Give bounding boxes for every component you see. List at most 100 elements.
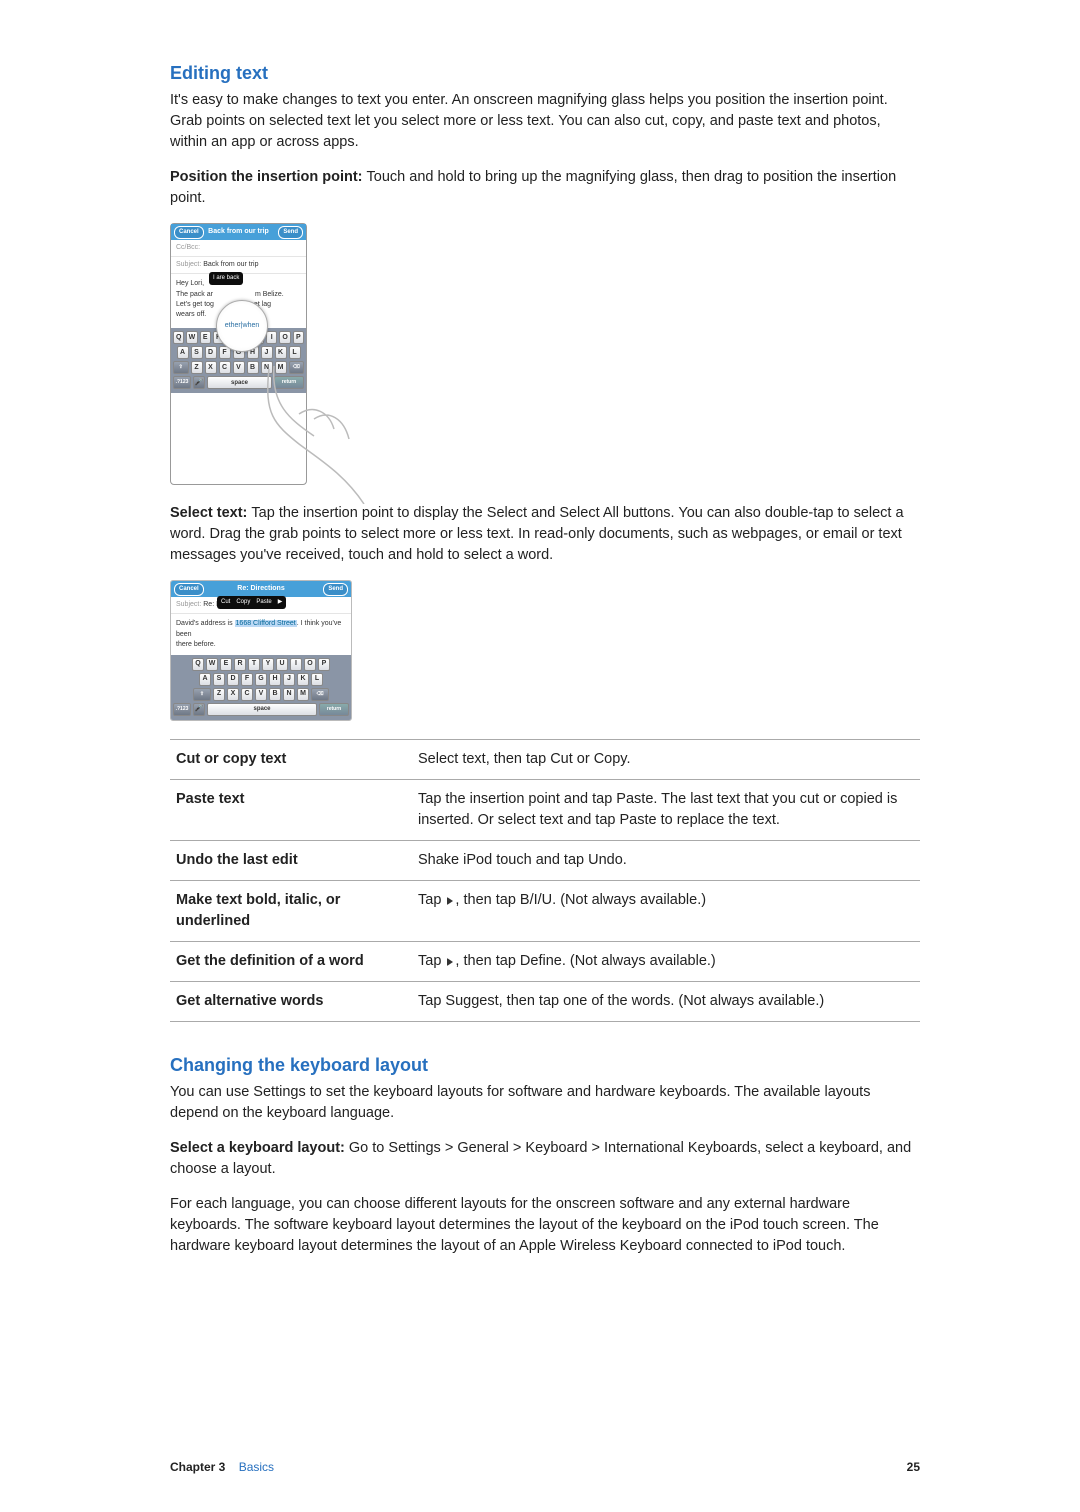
key-z: Z xyxy=(191,361,203,374)
fig2-body-pre: David's address is xyxy=(176,620,235,627)
fig2-topbar: Cancel Re: Directions Send xyxy=(171,581,351,597)
key-e: E xyxy=(220,658,232,671)
select-paragraph: Select text: Tap the insertion point to … xyxy=(170,503,920,566)
fig2-edit-menu: Cut Copy Paste ▶ xyxy=(217,596,286,609)
magnifier: ether|when xyxy=(216,300,268,352)
key-n: N xyxy=(283,688,295,701)
key-w: W xyxy=(186,331,197,344)
fig1-l2b: m Belize. xyxy=(255,290,284,300)
menu-more-icon: ▶ xyxy=(278,598,283,607)
row-key: Undo the last edit xyxy=(170,840,412,880)
key-i: I xyxy=(266,331,277,344)
page-footer: Chapter 3 Basics 25 xyxy=(170,1459,920,1476)
key-r: R xyxy=(234,658,246,671)
table-row: Get the definition of a word Tap , then … xyxy=(170,941,920,981)
keyboard-select-para: Select a keyboard layout: Go to Settings… xyxy=(170,1138,920,1180)
key-t: T xyxy=(248,658,260,671)
key-x: X xyxy=(227,688,239,701)
key-y: Y xyxy=(262,658,274,671)
fig2-body-selected: 1668 Clifford Street xyxy=(235,620,297,627)
key-e: E xyxy=(200,331,211,344)
fig1-cc: Cc/Bcc: xyxy=(171,240,306,257)
table-row: Get alternative words Tap Suggest, then … xyxy=(170,981,920,1021)
menu-copy: Copy xyxy=(236,598,250,607)
row-value: Tap , then tap Define. (Not always avail… xyxy=(412,941,920,981)
row-value: Tap , then tap B/I/U. (Not always availa… xyxy=(412,880,920,941)
key-j: J xyxy=(283,673,295,686)
fig1-title: Back from our trip xyxy=(208,227,269,237)
position-paragraph: Position the insertion point: Touch and … xyxy=(170,167,920,209)
key-f: F xyxy=(241,673,253,686)
row-key: Cut or copy text xyxy=(170,739,412,779)
key-u: U xyxy=(276,658,288,671)
row-key: Get the definition of a word xyxy=(170,941,412,981)
fig2-body-line2: there before. xyxy=(176,640,346,650)
keyboard-p1: You can use Settings to set the keyboard… xyxy=(170,1082,920,1124)
key-v: V xyxy=(255,688,267,701)
keyboard-select-label: Select a keyboard layout: xyxy=(170,1140,349,1156)
key-k: K xyxy=(275,346,287,359)
v-post: , then tap Define. (Not always available… xyxy=(455,953,715,969)
actions-table: Cut or copy text Select text, then tap C… xyxy=(170,739,920,1022)
key-z: Z xyxy=(213,688,225,701)
key-s: S xyxy=(191,346,203,359)
key-h: H xyxy=(269,673,281,686)
v-pre: Tap xyxy=(418,892,445,908)
row-value: Shake iPod touch and tap Undo. xyxy=(412,840,920,880)
keyboard-p3: For each language, you can choose differ… xyxy=(170,1194,920,1257)
table-row: Paste text Tap the insertion point and t… xyxy=(170,779,920,840)
num-key: .?123 xyxy=(173,703,191,716)
key-b: B xyxy=(247,361,259,374)
fig1-cancel: Cancel xyxy=(174,226,204,239)
hand-illustration xyxy=(259,364,369,504)
position-label: Position the insertion point: xyxy=(170,169,367,185)
row-key: Get alternative words xyxy=(170,981,412,1021)
key-w: W xyxy=(206,658,218,671)
key-o: O xyxy=(279,331,290,344)
footer-chapter: Chapter 3 xyxy=(170,1460,225,1474)
num-key: .?123 xyxy=(173,376,191,389)
key-q: Q xyxy=(173,331,184,344)
key-s: S xyxy=(213,673,225,686)
row-value: Tap Suggest, then tap one of the words. … xyxy=(412,981,920,1021)
select-label: Select text: xyxy=(170,505,251,521)
table-row: Undo the last edit Shake iPod touch and … xyxy=(170,840,920,880)
figure-insertion-point: Cancel Back from our trip Send Cc/Bcc: S… xyxy=(170,223,307,485)
fig1-subject-label: Subject: xyxy=(176,261,201,268)
key-j: J xyxy=(261,346,273,359)
fig2-title: Re: Directions xyxy=(237,584,284,594)
key-g: G xyxy=(255,673,267,686)
mic-key: 🎤 xyxy=(193,376,205,389)
table-row: Cut or copy text Select text, then tap C… xyxy=(170,739,920,779)
key-k: K xyxy=(297,673,309,686)
key-b: B xyxy=(269,688,281,701)
row-key: Paste text xyxy=(170,779,412,840)
fig1-l3a: Let's get tog xyxy=(176,300,214,310)
key-a: A xyxy=(199,673,211,686)
fig1-subject: Back from our trip xyxy=(203,261,258,268)
table-row: Make text bold, italic, or underlined Ta… xyxy=(170,880,920,941)
key-d: D xyxy=(205,346,217,359)
fig2-subject-label: Subject: xyxy=(176,601,201,608)
v-post: , then tap B/I/U. (Not always available.… xyxy=(455,892,706,908)
footer-section: Basics xyxy=(239,1460,274,1474)
shift-key: ⇧ xyxy=(193,688,211,701)
fig2-cancel: Cancel xyxy=(174,583,204,596)
menu-paste: Paste xyxy=(256,598,271,607)
editing-heading: Editing text xyxy=(170,60,920,86)
figure-select-text: Cancel Re: Directions Send Subject: Re: … xyxy=(170,580,352,721)
key-p: P xyxy=(318,658,330,671)
key-v: V xyxy=(233,361,245,374)
fig1-topbar: Cancel Back from our trip Send xyxy=(171,224,306,240)
key-p: P xyxy=(293,331,304,344)
fig1-send: Send xyxy=(278,226,303,239)
triangle-icon xyxy=(447,958,453,966)
backspace-key: ⌫ xyxy=(311,688,329,701)
key-i: I xyxy=(290,658,302,671)
mic-key: 🎤 xyxy=(193,703,205,716)
fig2-subject-row: Subject: Re: D Cut Copy Paste ▶ xyxy=(171,597,351,614)
key-l: L xyxy=(311,673,323,686)
v-pre: Tap xyxy=(418,953,445,969)
return-key: return xyxy=(319,703,349,716)
select-text: Tap the insertion point to display the S… xyxy=(170,505,904,563)
